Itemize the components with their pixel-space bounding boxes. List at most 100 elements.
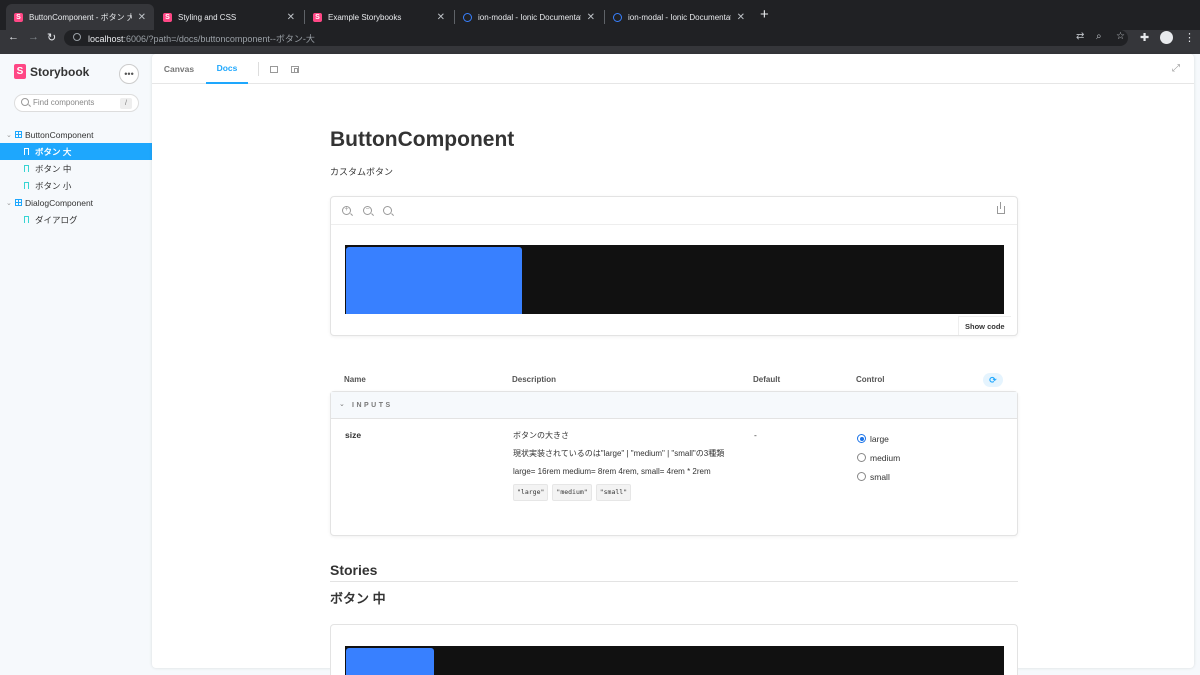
component-search: /	[14, 94, 139, 112]
args-table-body: ⌄ INPUTS size ボタンの大きさ 現状実装されているのは"large"…	[330, 391, 1018, 536]
column-header-control: Control	[856, 375, 885, 384]
radio-option-medium[interactable]: medium	[857, 448, 900, 467]
tree-story-button-small[interactable]: ボタン 小	[0, 177, 152, 194]
radio-label: large	[870, 433, 889, 444]
storybook-sidebar: S Storybook ••• / ⌄ ButtonComponent ボタン …	[0, 54, 152, 675]
grid-icon[interactable]	[291, 66, 299, 73]
zoom-reset-icon[interactable]	[383, 206, 392, 215]
close-tab-icon[interactable]: ✕	[437, 12, 445, 23]
prop-description: ボタンの大きさ 現状実装されているのは"large" | "medium" | …	[513, 429, 733, 501]
tab-title: Styling and CSS	[178, 12, 237, 22]
story-heading: ボタン 中	[330, 591, 386, 606]
component-icon	[15, 131, 22, 138]
prop-name: size	[345, 430, 362, 440]
prop-default: -	[754, 430, 757, 440]
chevron-down-icon: ⌄	[6, 199, 12, 207]
browser-frame	[0, 46, 1200, 54]
tree-item-label: ボタン 小	[35, 180, 72, 191]
prop-description-line: 現状実装されているのは"large" | "medium" | "small"の…	[513, 449, 725, 458]
chrome-menu-icon[interactable]: ⋮	[1184, 31, 1195, 44]
tree-story-dialog[interactable]: ダイアログ	[0, 211, 152, 228]
storybook-favicon-icon: S	[163, 12, 172, 22]
radio-option-large[interactable]: large	[857, 429, 900, 448]
storybook-toolbar: Canvas Docs ⤢	[152, 54, 1194, 84]
preview-toolbar: + −	[331, 197, 1017, 225]
tab-title: ion-modal - Ionic Documentation	[478, 12, 581, 22]
site-info-icon[interactable]	[73, 33, 81, 41]
close-tab-icon[interactable]: ✕	[287, 12, 295, 23]
chevron-down-icon: ⌄	[339, 401, 345, 408]
story-preview: + − Show code	[330, 196, 1018, 336]
translate-icon[interactable]: ⇄	[1076, 31, 1084, 42]
zoom-icon[interactable]: ⌕	[1096, 31, 1102, 42]
show-code-button[interactable]: Show code	[958, 316, 1011, 335]
storybook-brand[interactable]: S Storybook	[14, 64, 89, 79]
tree-item-label: ボタン 中	[35, 163, 72, 174]
size-radio-control: large medium small	[857, 429, 900, 486]
page-title: ButtonComponent	[330, 128, 515, 151]
close-tab-icon[interactable]: ✕	[587, 12, 595, 23]
radio-checked-icon[interactable]	[857, 434, 866, 443]
reload-icon[interactable]: ↻	[47, 31, 56, 44]
search-input[interactable]	[33, 98, 113, 107]
story-tree: ⌄ ButtonComponent ボタン 大 ボタン 中 ボタン 小 ⌄ Di…	[0, 126, 152, 228]
close-tab-icon[interactable]: ✕	[737, 12, 745, 23]
browser-tab-3[interactable]: S Example Storybooks ✕	[305, 4, 453, 30]
tree-component-dialogcomponent[interactable]: ⌄ DialogComponent	[0, 194, 152, 211]
radio-unchecked-icon[interactable]	[857, 472, 866, 481]
tree-component-buttoncomponent[interactable]: ⌄ ButtonComponent	[0, 126, 152, 143]
inputs-section-toggle[interactable]: ⌄ INPUTS	[331, 392, 1017, 419]
type-value: "small"	[595, 484, 632, 501]
tab-docs[interactable]: Docs	[206, 54, 248, 84]
tree-item-label: ボタン 大	[35, 146, 72, 157]
tab-title: ion-modal - Ionic Documentation	[628, 12, 731, 22]
zoom-out-icon[interactable]: −	[363, 206, 372, 215]
radio-label: small	[870, 471, 890, 482]
storybook-favicon-icon: S	[14, 12, 23, 22]
extensions-icon[interactable]: ✚	[1140, 31, 1149, 44]
tree-story-button-large[interactable]: ボタン 大	[0, 143, 152, 160]
url-text: localhost:6006/?path=/docs/buttoncompone…	[88, 34, 315, 44]
component-description: カスタムボタン	[330, 167, 394, 177]
bookmark-star-icon[interactable]: ☆	[1116, 31, 1125, 42]
reset-controls-icon[interactable]: ⟳	[983, 373, 1003, 387]
tab-canvas[interactable]: Canvas	[152, 54, 206, 84]
fullscreen-icon[interactable]: ⤢	[1172, 63, 1180, 74]
storybook-logo-icon: S	[14, 64, 26, 79]
story-canvas	[345, 646, 1004, 675]
share-icon[interactable]	[997, 202, 1005, 214]
forward-icon[interactable]: →	[28, 31, 39, 43]
radio-label: medium	[870, 452, 901, 463]
main-panel: Canvas Docs ⤢ ButtonComponent カスタムボタン + …	[152, 54, 1194, 675]
profile-avatar-icon[interactable]	[1160, 31, 1173, 44]
chevron-down-icon: ⌄	[6, 131, 12, 139]
address-bar[interactable]: localhost:6006/?path=/docs/buttoncompone…	[64, 30, 1128, 46]
ionic-favicon-icon	[463, 12, 472, 22]
stories-heading: Stories	[330, 562, 1018, 582]
new-tab-button[interactable]: +	[760, 6, 769, 23]
browser-tab-1[interactable]: S ButtonComponent - ボタン 大 ✕	[6, 4, 154, 30]
zoom-in-icon[interactable]: +	[342, 206, 351, 215]
radio-option-small[interactable]: small	[857, 467, 900, 486]
settings-menu-button[interactable]: •••	[119, 64, 139, 84]
back-icon[interactable]: ←	[8, 31, 19, 43]
component-icon	[15, 199, 22, 206]
custom-button-large[interactable]	[346, 247, 522, 314]
bookmark-icon	[24, 148, 29, 155]
background-image-icon[interactable]	[270, 66, 278, 73]
close-tab-icon[interactable]: ✕	[138, 12, 146, 23]
radio-unchecked-icon[interactable]	[857, 453, 866, 462]
browser-tab-5[interactable]: ion-modal - Ionic Documentation ✕	[605, 4, 753, 30]
browser-tab-2[interactable]: S Styling and CSS ✕	[155, 4, 303, 30]
browser-tab-4[interactable]: ion-modal - Ionic Documentation ✕	[455, 4, 603, 30]
browser-tab-strip: S ButtonComponent - ボタン 大 ✕ S Styling an…	[0, 0, 1200, 30]
tree-item-label: ButtonComponent	[25, 129, 94, 140]
custom-button-medium[interactable]	[346, 648, 434, 675]
prop-description-line: large= 16rem medium= 8rem 4rem, small= 4…	[513, 467, 711, 476]
column-header-default: Default	[753, 375, 781, 384]
tab-title: ButtonComponent - ボタン 大	[29, 12, 132, 22]
args-table: Name Description Default Control ⟳ ⌄ INP…	[330, 367, 1018, 536]
search-shortcut-badge: /	[120, 98, 132, 109]
prop-type-values: "large" "medium" "small"	[513, 484, 733, 501]
tree-story-button-medium[interactable]: ボタン 中	[0, 160, 152, 177]
